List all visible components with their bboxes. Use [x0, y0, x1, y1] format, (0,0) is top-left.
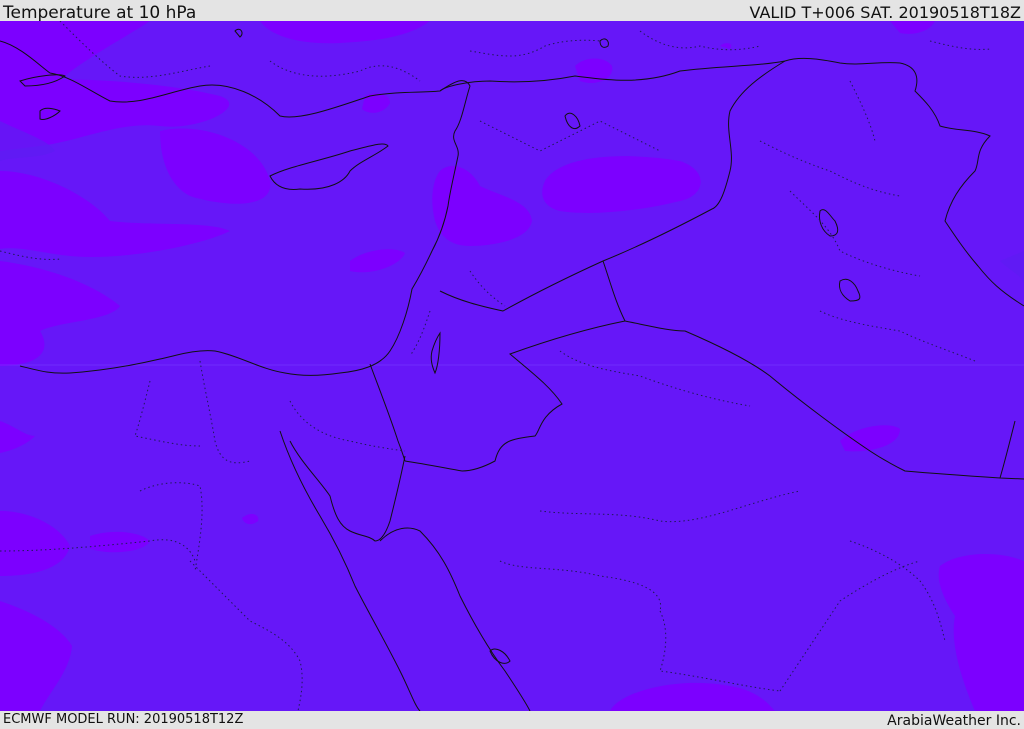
map-title: Temperature at 10 hPa — [3, 3, 197, 23]
footer-bar: ECMWF MODEL RUN: 20190518T12Z ArabiaWeat… — [0, 711, 1024, 729]
weather-map[interactable] — [0, 21, 1024, 711]
credit-text: ArabiaWeather Inc. — [887, 713, 1021, 729]
model-run: ECMWF MODEL RUN: 20190518T12Z — [3, 712, 244, 727]
map-canvas — [0, 21, 1024, 711]
header-bar: Temperature at 10 hPa VALID T+006 SAT. 2… — [0, 0, 1024, 23]
valid-time: VALID T+006 SAT. 20190518T18Z — [749, 3, 1021, 22]
